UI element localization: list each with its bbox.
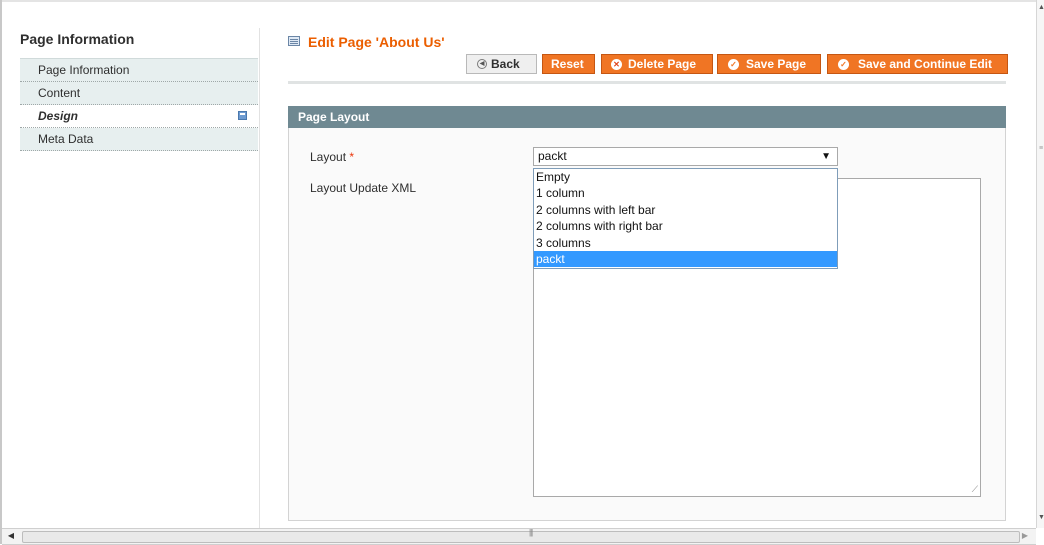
sidebar-item-page-information[interactable]: Page Information — [20, 58, 258, 82]
page-grid-icon — [288, 36, 300, 46]
layout-label: Layout * — [310, 150, 354, 164]
layout-option-2-columns-right[interactable]: 2 columns with right bar — [534, 218, 837, 234]
layout-select-value: packt — [538, 149, 567, 163]
save-and-continue-button[interactable]: ✓ Save and Continue Edit — [827, 54, 1008, 74]
save-button-label: Save Page — [746, 57, 807, 71]
scroll-up-icon[interactable]: ▲ — [1038, 4, 1044, 11]
window-left-border — [0, 0, 2, 544]
horizontal-scrollbar[interactable]: ◀ ||| ▶ — [2, 528, 1036, 545]
window-top-border — [0, 0, 1044, 2]
layout-select[interactable]: packt ▼ — [533, 147, 838, 166]
save-continue-button-label: Save and Continue Edit — [858, 57, 993, 71]
page-title: Edit Page 'About Us' — [308, 34, 445, 50]
scroll-left-icon[interactable]: ◀ — [5, 530, 17, 542]
sidebar-item-label: Content — [38, 86, 81, 100]
layout-dropdown-list[interactable]: Empty 1 column 2 columns with left bar 2… — [533, 168, 838, 269]
sidebar: Page Information Page Information Conten… — [20, 28, 258, 151]
sidebar-item-label: Meta Data — [38, 132, 94, 146]
delete-page-button[interactable]: ✕ Delete Page — [601, 54, 713, 74]
delete-button-label: Delete Page — [628, 57, 697, 71]
chevron-down-icon: ▼ — [821, 151, 831, 162]
sidebar-item-content[interactable]: Content — [20, 82, 258, 105]
changed-save-icon — [238, 111, 247, 120]
sidebar-divider — [259, 28, 260, 528]
reset-button-label: Reset — [551, 57, 584, 71]
layout-update-xml-label: Layout Update XML — [310, 181, 417, 195]
back-button-label: Back — [491, 57, 520, 71]
fieldset-header: Page Layout — [288, 106, 1006, 128]
scroll-right-icon[interactable]: ▶ — [1019, 530, 1031, 542]
checkmark-icon: ✓ — [838, 59, 849, 70]
delete-icon: ✕ — [611, 59, 622, 70]
required-marker: * — [349, 150, 355, 164]
back-button[interactable]: ◀ Back — [466, 54, 537, 74]
sidebar-item-label: Page Information — [38, 63, 130, 77]
resize-grip-icon[interactable]: ⟋ — [972, 485, 978, 494]
sidebar-item-label: Design — [38, 109, 79, 123]
vertical-scrollbar[interactable]: ▲ ≡ ▼ — [1036, 0, 1044, 528]
layout-option-2-columns-left[interactable]: 2 columns with left bar — [534, 202, 837, 218]
scroll-grip-icon: ||| — [529, 528, 533, 537]
sidebar-item-meta-data[interactable]: Meta Data — [20, 128, 258, 151]
sidebar-item-design[interactable]: Design — [20, 105, 258, 128]
sidebar-title: Page Information — [20, 31, 135, 47]
scroll-down-icon[interactable]: ▼ — [1038, 514, 1044, 521]
scroll-grip-icon: ≡ — [1039, 145, 1044, 152]
header-divider — [288, 81, 1006, 84]
checkmark-icon: ✓ — [728, 59, 739, 70]
layout-option-1-column[interactable]: 1 column — [534, 185, 837, 201]
save-page-button[interactable]: ✓ Save Page — [717, 54, 821, 74]
reset-button[interactable]: Reset — [542, 54, 595, 74]
horizontal-scroll-thumb[interactable] — [22, 531, 1020, 543]
layout-option-packt[interactable]: packt — [534, 250, 837, 268]
back-arrow-icon: ◀ — [477, 59, 487, 69]
layout-option-3-columns[interactable]: 3 columns — [534, 235, 837, 251]
layout-label-text: Layout — [310, 150, 347, 164]
layout-option-empty[interactable]: Empty — [534, 169, 837, 185]
